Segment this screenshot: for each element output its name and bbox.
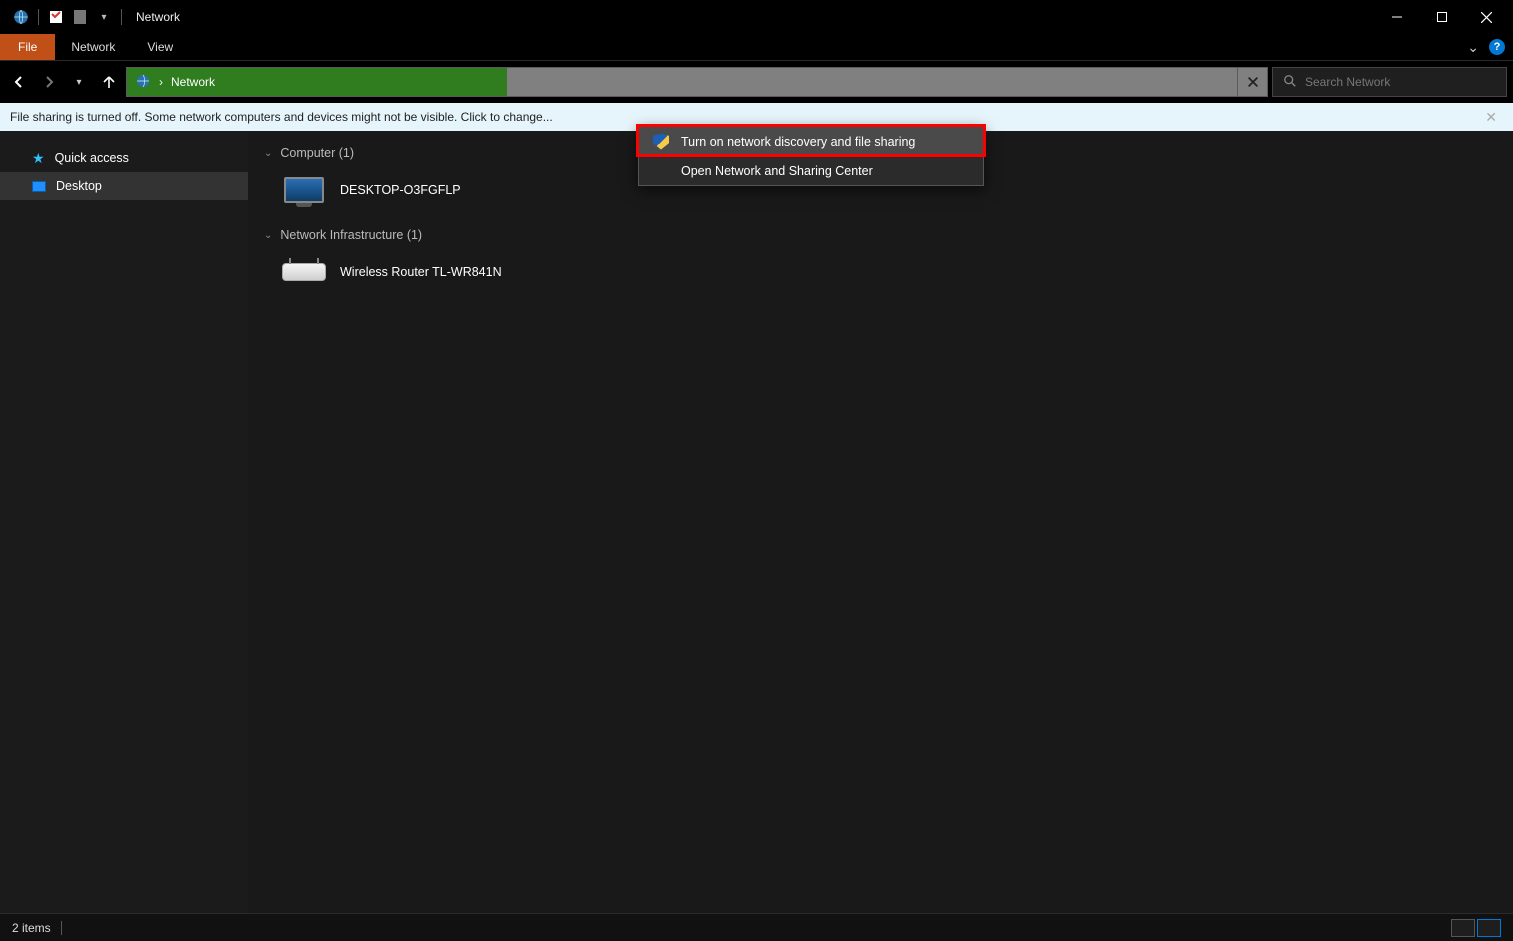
desktop-icon [32,181,46,192]
ribbon-tabs: File Network View ⌄ ? [0,34,1513,61]
content-pane: ⌄ Computer (1) DESKTOP-O3FGFLP ⌄ Network… [248,132,1513,913]
sidebar-item-label: Quick access [55,151,129,165]
search-input[interactable]: Search Network [1272,67,1507,97]
separator [38,9,39,25]
window-controls [1374,2,1509,32]
history-dropdown-icon[interactable]: ▾ [66,68,92,96]
view-large-icons-button[interactable] [1477,919,1501,937]
status-bar: 2 items [0,913,1513,941]
router-icon [282,252,326,292]
menu-item-open-sharing-center[interactable]: Open Network and Sharing Center [639,156,983,185]
list-item-label: Wireless Router TL-WR841N [340,265,502,279]
info-bar-close-icon[interactable]: ✕ [1479,109,1503,126]
tab-file[interactable]: File [0,34,55,60]
menu-item-turn-on-sharing[interactable]: Turn on network discovery and file shari… [639,127,983,156]
doc-icon[interactable] [69,6,91,28]
refresh-button[interactable] [1237,68,1267,96]
address-bar[interactable]: › Network [126,67,1268,97]
search-icon [1283,74,1297,91]
group-header-label: Computer (1) [280,146,354,160]
back-button[interactable] [6,68,32,96]
info-bar-message[interactable]: File sharing is turned off. Some network… [10,110,553,124]
chevron-down-icon: ⌄ [264,230,272,241]
title-bar: ▾ Network [0,0,1513,34]
computer-icon [282,170,326,210]
sidebar-item-desktop[interactable]: Desktop [0,172,248,200]
forward-button[interactable] [36,68,62,96]
help-icon[interactable]: ? [1489,39,1505,55]
window-title: Network [136,10,180,24]
ribbon-collapse-icon[interactable]: ⌄ [1467,39,1479,56]
network-icon [135,73,151,92]
group-header-label: Network Infrastructure (1) [280,228,422,242]
main-area: ★ Quick access Desktop ⌄ Computer (1) DE… [0,132,1513,913]
separator [121,9,122,25]
app-icon [10,6,32,28]
menu-item-label: Open Network and Sharing Center [681,164,873,178]
properties-icon[interactable] [45,6,67,28]
group-header-network-infra[interactable]: ⌄ Network Infrastructure (1) [258,224,1503,248]
navigation-sidebar: ★ Quick access Desktop [0,132,248,913]
sidebar-item-label: Desktop [56,179,102,193]
list-item-router[interactable]: Wireless Router TL-WR841N [258,248,1503,306]
separator [61,921,62,935]
breadcrumb-label[interactable]: Network [171,75,215,89]
view-mode-buttons [1451,919,1501,937]
address-breadcrumb[interactable]: › Network [127,68,507,96]
up-button[interactable] [96,68,122,96]
tab-network[interactable]: Network [55,34,131,60]
navigation-row: ▾ › Network Search Network [0,61,1513,103]
minimize-button[interactable] [1374,2,1419,32]
star-icon: ★ [32,150,45,167]
chevron-down-icon: ⌄ [264,148,272,159]
search-placeholder: Search Network [1305,75,1390,89]
sidebar-item-quick-access[interactable]: ★ Quick access [0,144,248,172]
view-details-button[interactable] [1451,919,1475,937]
shield-icon [653,134,669,150]
qat-dropdown-icon[interactable]: ▾ [93,6,115,28]
maximize-button[interactable] [1419,2,1464,32]
list-item-label: DESKTOP-O3FGFLP [340,183,461,197]
address-empty[interactable] [507,68,1237,96]
quick-access-toolbar: ▾ [4,6,126,28]
status-text: 2 items [12,921,51,935]
breadcrumb-separator: › [159,75,163,89]
context-menu: Turn on network discovery and file shari… [638,126,984,186]
tab-view[interactable]: View [131,34,189,60]
close-button[interactable] [1464,2,1509,32]
menu-item-label: Turn on network discovery and file shari… [681,135,915,149]
